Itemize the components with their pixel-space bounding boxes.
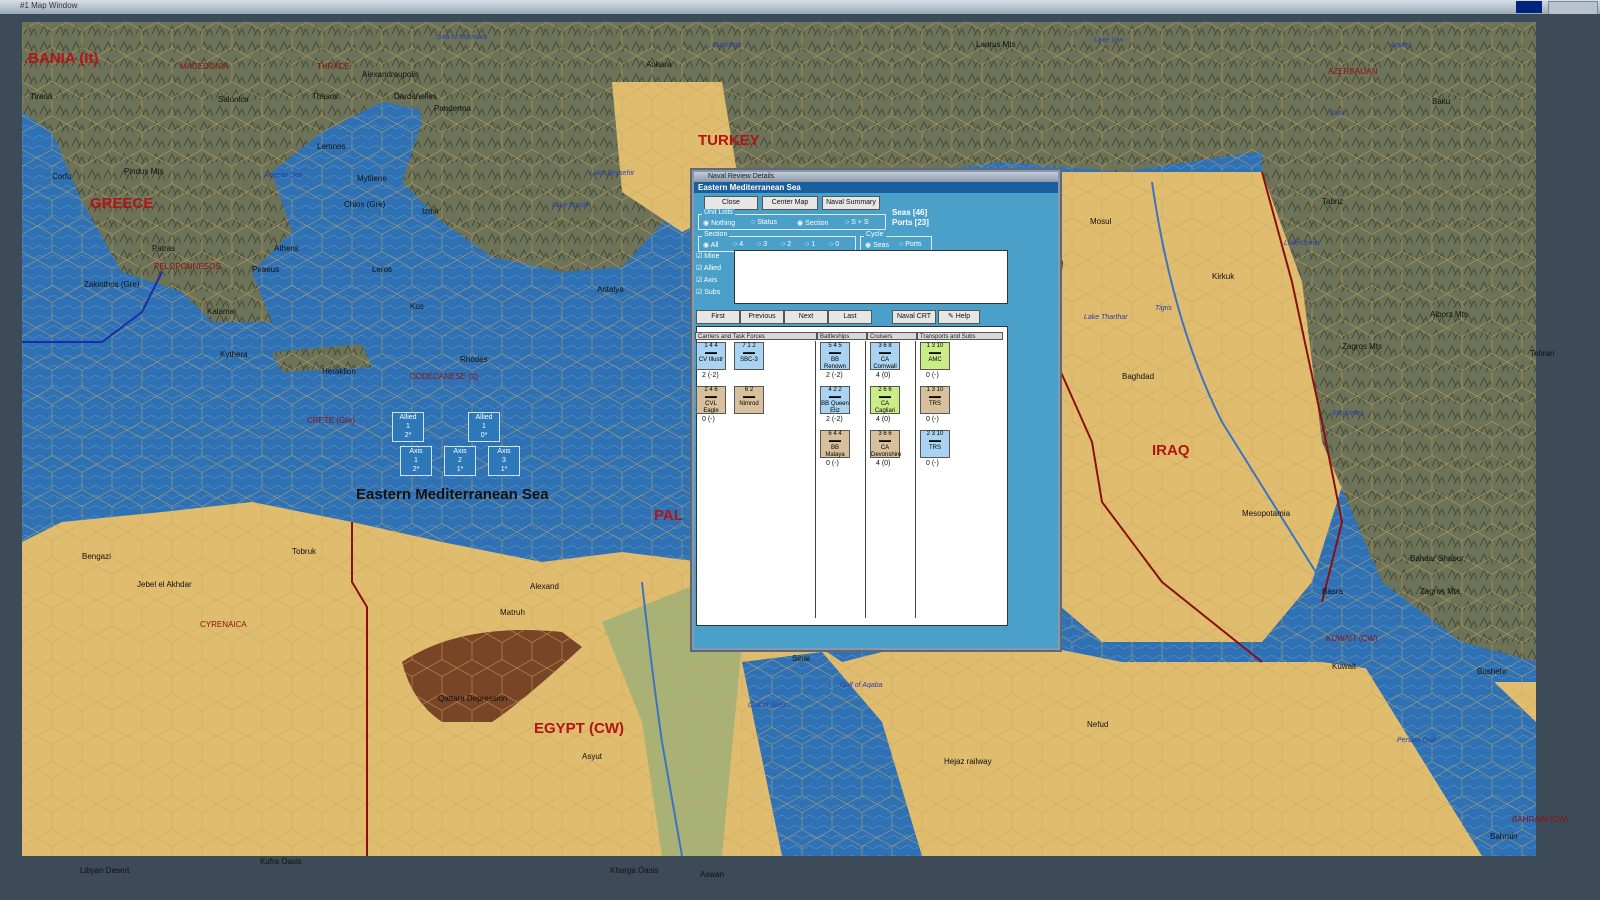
cycle-option-seas[interactable]: ◉ Seas <box>865 241 889 249</box>
fleet-stack-counter[interactable]: Allied 1 2* <box>392 412 424 442</box>
last-button[interactable]: Last <box>828 310 872 324</box>
unit-strength-sum: 0 (-) <box>926 460 939 467</box>
help-button[interactable]: ✎ Help <box>938 310 980 324</box>
naval-unit-counter[interactable]: 3 6 6 ▬▬ CA Devonshire <box>870 430 901 458</box>
window-titlebar: #1 Map Window <box>0 0 1600 15</box>
column-cruisers[interactable]: Cruisers <box>867 332 917 340</box>
close-button[interactable]: Close <box>704 196 758 210</box>
help-icon: ✎ <box>947 313 954 320</box>
naval-unit-counter[interactable]: 1 4 4 ▬▬ CV Illustr <box>696 342 726 370</box>
filter-mine-checkbox[interactable]: ☑ Mine <box>696 252 719 260</box>
section-option-2[interactable]: ○ 2 <box>781 241 791 248</box>
first-button[interactable]: First <box>696 310 740 324</box>
naval-unit-counter[interactable]: 1 3 10 ▬▬ TRS <box>920 386 950 414</box>
unit-strength-sum: 0 (-) <box>826 460 839 467</box>
city-label: Aswan <box>700 870 725 879</box>
next-button[interactable]: Next <box>784 310 828 324</box>
unit-list-option-section[interactable]: ◉ Section <box>797 219 828 227</box>
center-map-button[interactable]: Center Map <box>762 196 818 210</box>
naval-unit-counter[interactable]: 6 2 ▬▬ Nimrod <box>734 386 764 414</box>
section-option-3[interactable]: ○ 3 <box>757 241 767 248</box>
city-label: Kufra Oasis <box>260 857 302 866</box>
column-carriers[interactable]: Carriers and Task Forces <box>695 332 817 340</box>
filter-allied-checkbox[interactable]: ☑ Allied <box>696 264 721 272</box>
naval-unit-counter[interactable]: 2 3 10 ▬▬ TRS <box>920 430 950 458</box>
sea-area-label: Eastern Mediterranean Sea <box>356 486 549 503</box>
city-label: Kharga Oasis <box>610 866 659 875</box>
section-option-0[interactable]: ○ 0 <box>829 241 839 248</box>
seas-count: Seas [46] <box>892 208 928 217</box>
naval-unit-counter[interactable]: 2 4 6 ▬▬ CVL Eagle <box>696 386 726 414</box>
filter-axis-checkbox[interactable]: ☑ Axis <box>696 276 717 284</box>
unit-strength-sum: 4 (0) <box>876 372 891 379</box>
unit-list-option-nothing[interactable]: ◉ Nothing <box>703 219 735 227</box>
section-option-1[interactable]: ○ 1 <box>805 241 815 248</box>
column-divider <box>815 341 816 618</box>
unit-strength-sum: 0 (-) <box>926 416 939 423</box>
naval-unit-counter[interactable]: 3 6 8 ▬▬ CA Cornwall <box>870 342 900 370</box>
city-label: Libyan Desert <box>80 866 130 875</box>
naval-unit-counter[interactable]: 7 1 2 ▬▬ SBC-3 <box>734 342 764 370</box>
naval-unit-counter[interactable]: 1 3 10 ▬▬ AMC <box>920 342 950 370</box>
column-divider <box>915 341 916 618</box>
naval-unit-counter[interactable]: 6 4 4 ▬▬ BB Malaya <box>820 430 850 458</box>
window-control-buttons[interactable] <box>1548 1 1598 15</box>
dialog-title: Naval Review Details <box>694 172 1058 182</box>
naval-crt-button[interactable]: Naval CRT <box>892 310 936 324</box>
unit-strength-sum: 2 (-2) <box>826 416 843 423</box>
cycle-option-ports[interactable]: ○ Ports <box>899 241 922 248</box>
fleet-stack-counter[interactable]: Axis 3 1* <box>488 446 520 476</box>
section-label: Section <box>702 231 730 238</box>
unit-strength-sum: 4 (0) <box>876 416 891 423</box>
section-option-all[interactable]: ◉ All <box>703 241 718 249</box>
window-title: #1 Map Window <box>20 1 78 10</box>
ports-count: Ports [23] <box>892 218 929 227</box>
column-battleships[interactable]: Battleships <box>817 332 867 340</box>
unit-lists-label: Unit Lists <box>702 209 735 216</box>
naval-summary-button[interactable]: Naval Summary <box>822 196 880 210</box>
dialog-sea-name: Eastern Mediterranean Sea <box>694 182 1058 193</box>
filter-subs-checkbox[interactable]: ☑ Subs <box>696 288 720 296</box>
unit-strength-sum: 4 (0) <box>876 460 891 467</box>
uk-flag-icon <box>1516 1 1542 13</box>
unit-strength-sum: 0 (-) <box>702 416 715 423</box>
naval-unit-counter[interactable]: 2 6 6 ▬▬ CA Cagliari <box>870 386 900 414</box>
fleet-stack-counter[interactable]: Axis 2 1* <box>444 446 476 476</box>
unit-list-panel[interactable] <box>734 250 1008 304</box>
cycle-label: Cycle <box>864 231 886 238</box>
naval-unit-counter[interactable]: 4 2 2 ▬▬ BB Queen Eliz <box>820 386 850 414</box>
unit-list-option-s-s[interactable]: ○ S + S <box>845 219 869 226</box>
fleet-stack-counter[interactable]: Allied 1 0* <box>468 412 500 442</box>
column-divider <box>865 341 866 618</box>
unit-strength-sum: 2 (-2) <box>702 372 719 379</box>
naval-unit-counter[interactable]: 5 4 5 ▬▬ BB Renown <box>820 342 850 370</box>
section-option-4[interactable]: ○ 4 <box>733 241 743 248</box>
unit-strength-sum: 2 (-2) <box>826 372 843 379</box>
previous-button[interactable]: Previous <box>740 310 784 324</box>
unit-list-option-status[interactable]: ○ Status <box>751 219 777 226</box>
units-panel[interactable] <box>696 326 1008 626</box>
unit-lists-group: Unit Lists ◉ Nothing ○ Status ◉ Section … <box>698 209 886 230</box>
unit-strength-sum: 0 (-) <box>926 372 939 379</box>
column-transports[interactable]: Transports and Subs <box>917 332 1003 340</box>
fleet-stack-counter[interactable]: Axis 1 2* <box>400 446 432 476</box>
